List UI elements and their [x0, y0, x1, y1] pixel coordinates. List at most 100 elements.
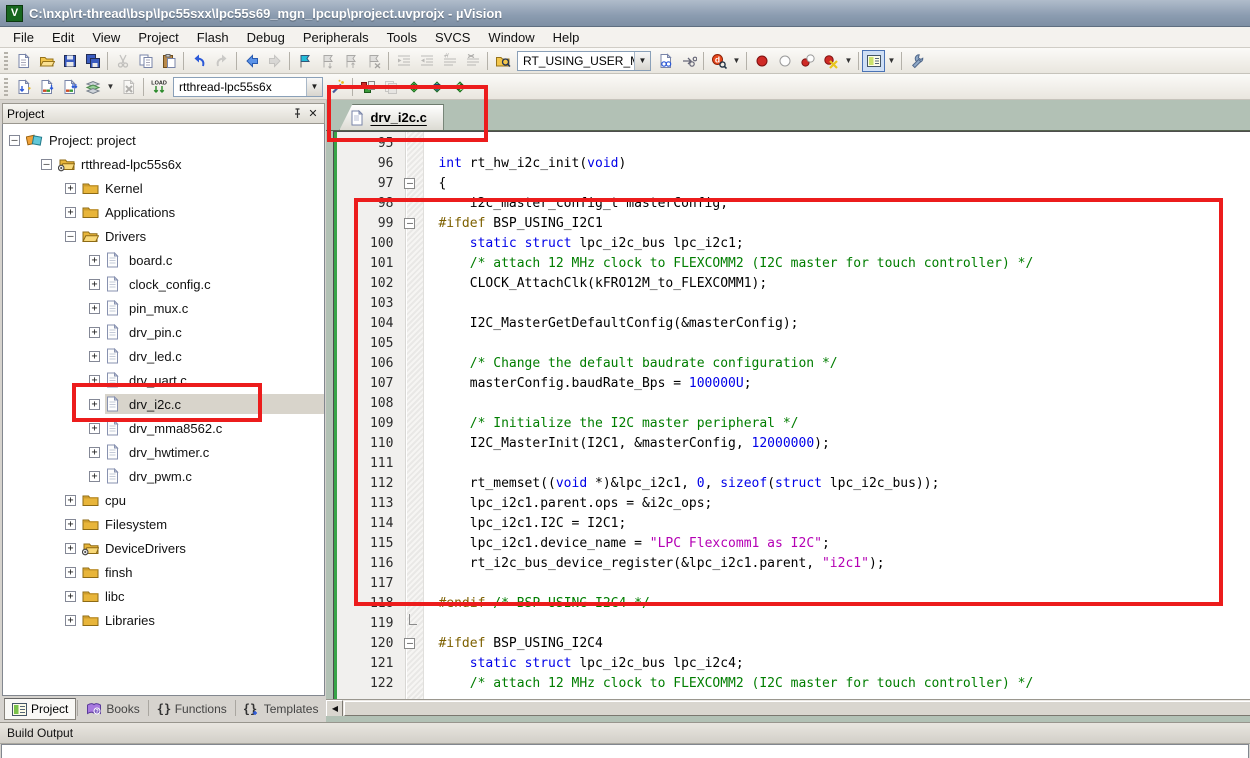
menu-window[interactable]: Window [479, 28, 543, 47]
expand-icon[interactable]: + [89, 399, 100, 410]
fold-cell[interactable] [400, 614, 424, 634]
fold-collapse-icon[interactable]: – [404, 178, 415, 189]
tab-drv-i2c[interactable]: drv_i2c.c [339, 104, 443, 130]
dropdown-arrow-icon[interactable]: ▼ [885, 50, 898, 72]
configure-wrench-button[interactable] [905, 50, 928, 72]
view-tab-functions[interactable]: {}Functions [150, 698, 234, 720]
expand-icon[interactable]: + [65, 615, 76, 626]
expand-icon[interactable]: + [89, 279, 100, 290]
tree-item-finsh[interactable]: +finsh [3, 560, 324, 584]
tree-item-drv-led-c[interactable]: +drv_led.c [3, 344, 324, 368]
expand-icon[interactable]: + [89, 327, 100, 338]
tree-item-drv-uart-c[interactable]: +drv_uart.c [3, 368, 324, 392]
build-output-content[interactable] [1, 744, 1249, 758]
target-combo[interactable]: rtthread-lpc55s6x▼ [173, 77, 323, 97]
tree-item-board-c[interactable]: +board.c [3, 248, 324, 272]
tree-item-drv-pin-c[interactable]: +drv_pin.c [3, 320, 324, 344]
menu-peripherals[interactable]: Peripherals [294, 28, 378, 47]
fold-cell[interactable]: – [400, 634, 424, 654]
expand-icon[interactable]: + [65, 591, 76, 602]
expand-icon[interactable]: + [65, 567, 76, 578]
navigate-back-button[interactable] [240, 50, 263, 72]
tree-item-rtthread-lpc55s6x[interactable]: –rtthread-lpc55s6x [3, 152, 324, 176]
tree-item-applications[interactable]: +Applications [3, 200, 324, 224]
breakpoint-enable-all-button[interactable] [796, 50, 819, 72]
undo-button[interactable] [187, 50, 210, 72]
target-options-wand-button[interactable] [326, 76, 349, 98]
menu-project[interactable]: Project [129, 28, 187, 47]
close-icon[interactable]: ✕ [305, 106, 320, 121]
save-all-button[interactable] [81, 50, 104, 72]
translate-file-button[interactable] [12, 76, 35, 98]
dropdown-arrow-icon[interactable]: ▼ [842, 50, 855, 72]
menu-view[interactable]: View [83, 28, 129, 47]
build-button[interactable] [35, 76, 58, 98]
tree-item-project-project[interactable]: –Project: project [3, 128, 324, 152]
find-in-files-button[interactable] [491, 50, 514, 72]
tree-item-drv-hwtimer-c[interactable]: +drv_hwtimer.c [3, 440, 324, 464]
pin-icon[interactable] [290, 106, 305, 121]
scroll-left-arrow[interactable]: ◀ [326, 700, 343, 717]
project-tree[interactable]: –Project: project–rtthread-lpc55s6x+Kern… [2, 124, 325, 696]
download-load-button[interactable]: LOAD [147, 76, 170, 98]
scrollbar-thumb[interactable] [344, 701, 1250, 716]
tree-item-libraries[interactable]: +Libraries [3, 608, 324, 632]
tree-item-clock-config-c[interactable]: +clock_config.c [3, 272, 324, 296]
expand-icon[interactable]: + [65, 495, 76, 506]
collapse-icon[interactable]: – [65, 231, 76, 242]
fold-collapse-icon[interactable]: – [404, 218, 415, 229]
incremental-find-button[interactable] [677, 50, 700, 72]
expand-icon[interactable]: + [65, 543, 76, 554]
view-tab-project[interactable]: Project [4, 698, 76, 720]
tree-item-drv-pwm-c[interactable]: +drv_pwm.c [3, 464, 324, 488]
tree-item-filesystem[interactable]: +Filesystem [3, 512, 324, 536]
breakpoint-kill-all-button[interactable] [819, 50, 842, 72]
dropdown-arrow-icon[interactable]: ▼ [104, 76, 117, 98]
expand-icon[interactable]: + [89, 471, 100, 482]
tree-item-libc[interactable]: +libc [3, 584, 324, 608]
expand-icon[interactable]: + [89, 375, 100, 386]
collapse-icon[interactable]: – [9, 135, 20, 146]
dropdown-arrow-icon[interactable]: ▼ [730, 50, 743, 72]
paste-button[interactable] [157, 50, 180, 72]
tree-item-drv-i2c-c[interactable]: +drv_i2c.c [3, 392, 324, 416]
expand-icon[interactable]: + [65, 183, 76, 194]
find-next-button[interactable] [654, 50, 677, 72]
tree-item-cpu[interactable]: +cpu [3, 488, 324, 512]
breakpoint-disable-button[interactable] [773, 50, 796, 72]
view-tab-templates[interactable]: {}Templates [237, 698, 326, 720]
menu-flash[interactable]: Flash [188, 28, 238, 47]
rebuild-all-button[interactable] [58, 76, 81, 98]
menu-tools[interactable]: Tools [378, 28, 426, 47]
menu-file[interactable]: File [4, 28, 43, 47]
pack-installer-diamond-button[interactable] [448, 76, 471, 98]
tree-item-drivers[interactable]: –Drivers [3, 224, 324, 248]
menu-edit[interactable]: Edit [43, 28, 83, 47]
software-packs-diamond-button[interactable] [425, 76, 448, 98]
fold-cell[interactable]: – [400, 174, 424, 194]
expand-icon[interactable]: + [65, 519, 76, 530]
find-button[interactable]: d [707, 50, 730, 72]
expand-icon[interactable]: + [89, 423, 100, 434]
combo-dropdown-icon[interactable]: ▼ [634, 52, 650, 70]
horizontal-scrollbar[interactable]: ◀ [326, 699, 1250, 716]
combo-dropdown-icon[interactable]: ▼ [306, 78, 322, 96]
breakpoint-button[interactable] [750, 50, 773, 72]
batch-build-button[interactable] [81, 76, 104, 98]
tree-item-pin-mux-c[interactable]: +pin_mux.c [3, 296, 324, 320]
expand-icon[interactable]: + [89, 351, 100, 362]
view-tab-books[interactable]: ?Books [79, 698, 146, 720]
collapse-icon[interactable]: – [41, 159, 52, 170]
copy-button[interactable] [134, 50, 157, 72]
menu-help[interactable]: Help [544, 28, 589, 47]
define-combo[interactable]: RT_USING_USER_MAI▼ [517, 51, 651, 71]
expand-icon[interactable]: + [65, 207, 76, 218]
tree-item-drv-mma8562-c[interactable]: +drv_mma8562.c [3, 416, 324, 440]
fold-collapse-icon[interactable]: – [404, 638, 415, 649]
save-button[interactable] [58, 50, 81, 72]
code-editor[interactable]: 9596int rt_hw_i2c_init(void)97–{98 i2c_m… [333, 131, 1250, 699]
open-file-button[interactable] [35, 50, 58, 72]
window-layout-button[interactable] [862, 50, 885, 72]
expand-icon[interactable]: + [89, 303, 100, 314]
tree-item-devicedrivers[interactable]: +DeviceDrivers [3, 536, 324, 560]
